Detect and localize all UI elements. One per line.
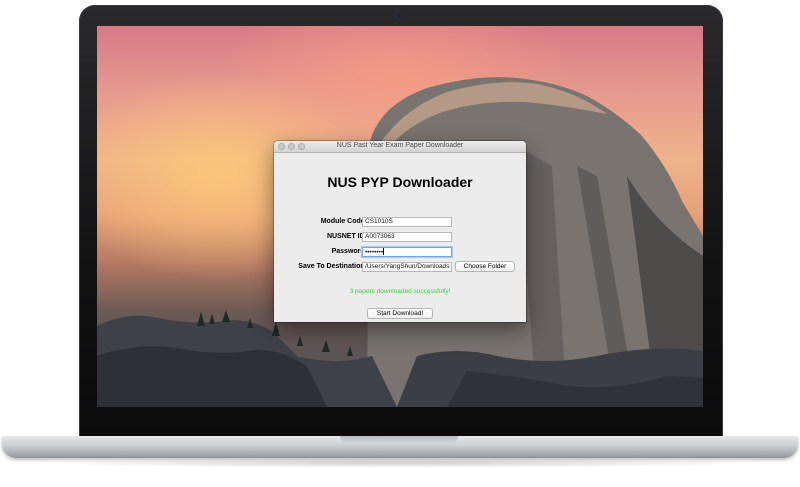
laptop-opening-notch: [340, 436, 458, 444]
destination-input[interactable]: /Users/YangShun/Downloads: [362, 262, 452, 272]
destination-label: Save To Destination:: [298, 263, 367, 270]
app-window: NUS Past Year Exam Paper Downloader NUS …: [274, 141, 526, 322]
laptop-shadow: [30, 458, 770, 468]
webcam-icon: [396, 13, 402, 19]
window-titlebar[interactable]: NUS Past Year Exam Paper Downloader: [274, 141, 526, 153]
password-label: Password:: [331, 248, 367, 255]
nusnet-id-input[interactable]: A0073063: [362, 232, 452, 242]
module-code-label: Module Code:: [320, 218, 367, 225]
choose-folder-button[interactable]: Choose Folder: [455, 261, 515, 272]
status-message: 3 papers downloaded successfully!: [349, 288, 451, 295]
window-title: NUS Past Year Exam Paper Downloader: [336, 142, 464, 149]
password-input[interactable]: ••••••••: [362, 247, 452, 257]
window-content: NUS PYP Downloader Module Code: CS1010S …: [274, 153, 526, 322]
app-heading: NUS PYP Downloader: [327, 174, 473, 190]
start-download-button[interactable]: Start Download!: [367, 308, 433, 319]
module-code-input[interactable]: CS1010S: [362, 217, 452, 227]
password-value: ••••••••: [365, 249, 384, 256]
nusnet-id-label: NUSNET ID:: [326, 233, 367, 240]
text-caret: [383, 248, 385, 255]
